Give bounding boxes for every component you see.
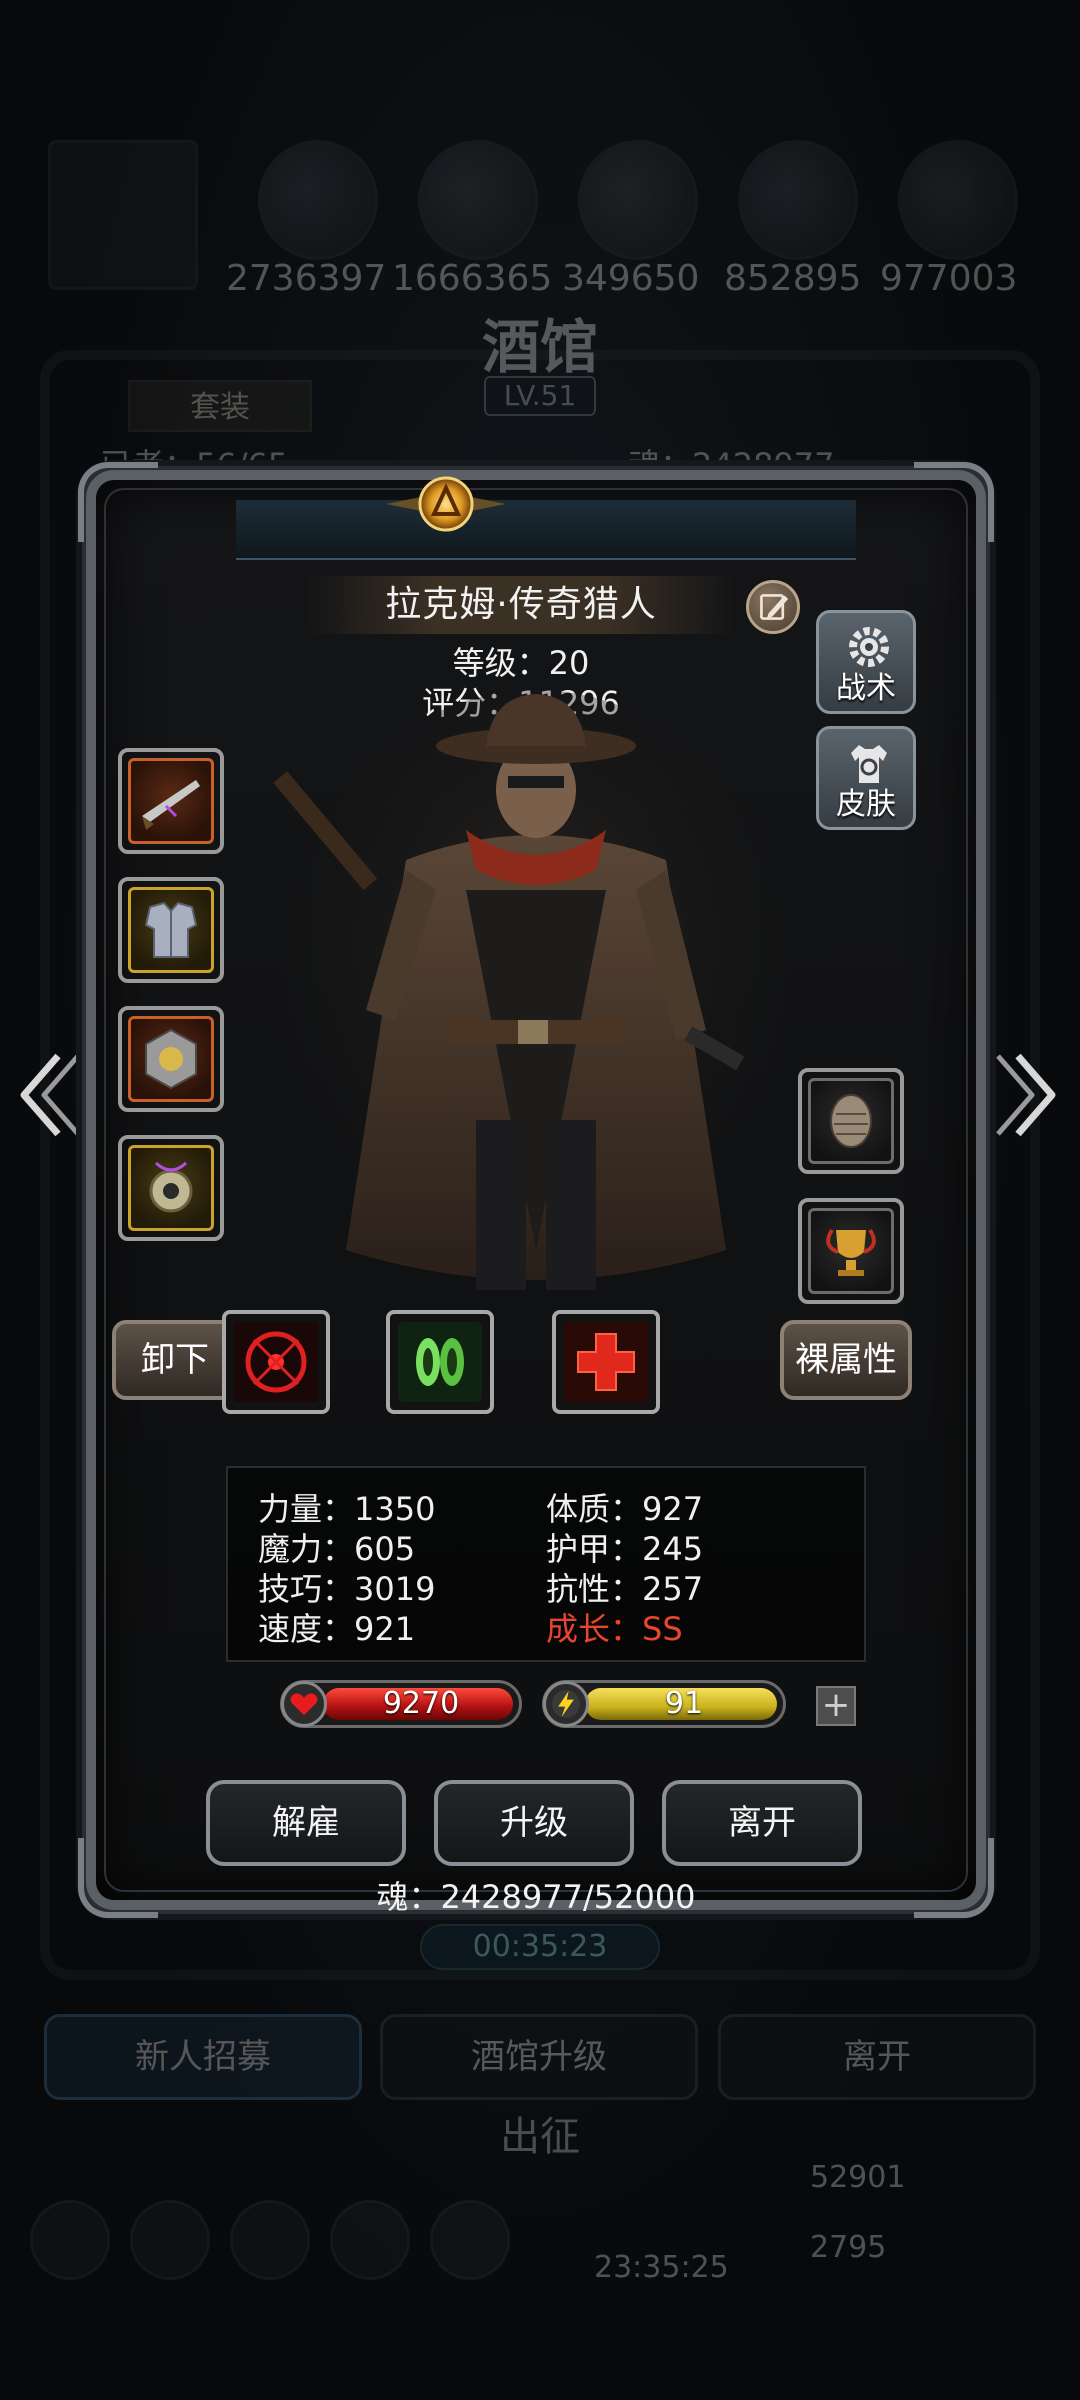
resource-icon-5 bbox=[898, 140, 1018, 260]
bare-attributes-button[interactable]: 裸属性 bbox=[780, 1320, 912, 1400]
tavern-title: 酒馆 bbox=[481, 313, 598, 381]
resource-icon-3 bbox=[578, 140, 698, 260]
stat-growth: 成长：SS bbox=[546, 1610, 683, 1648]
red-cross-skill-icon bbox=[564, 1322, 648, 1402]
dismiss-button[interactable]: 解雇 bbox=[206, 1780, 406, 1866]
resource-value-1: 2736397 bbox=[226, 258, 387, 299]
tavern-leave-button: 离开 bbox=[718, 2014, 1036, 2100]
clock-text: 23:35:25 bbox=[594, 2250, 729, 2285]
eye-amulet-icon bbox=[149, 1161, 193, 1213]
menu-icon-1 bbox=[30, 2200, 110, 2280]
hero-detail-panel: 拉克姆·传奇猎人 等级：20 评分：11296 战术 皮肤 bbox=[78, 462, 994, 1918]
hero-name: 拉克姆·传奇猎人 bbox=[385, 584, 657, 625]
medallion-icon bbox=[145, 1028, 197, 1090]
refresh-timer: 00:35:23 bbox=[420, 1924, 660, 1970]
tavern-level: LV.51 bbox=[484, 376, 596, 416]
stat-speed: 速度：921 bbox=[258, 1610, 416, 1648]
tavern-upgrade-button: 酒馆升级 bbox=[380, 2014, 698, 2100]
equip-slot-armor[interactable] bbox=[118, 877, 224, 983]
musket-icon bbox=[142, 780, 200, 830]
resource-icon-4 bbox=[738, 140, 858, 260]
resource-value-5: 977003 bbox=[880, 258, 1018, 299]
skin-button[interactable]: 皮肤 bbox=[816, 726, 916, 830]
suit-tab: 套装 bbox=[128, 380, 312, 432]
avatar-slot bbox=[48, 140, 198, 290]
edit-name-icon[interactable] bbox=[746, 580, 800, 634]
resource-value-3: 349650 bbox=[562, 258, 700, 299]
trophy-icon bbox=[826, 1228, 876, 1276]
panel-header-strip bbox=[236, 500, 856, 560]
skin-label: 皮肤 bbox=[836, 787, 896, 822]
equip-slot-trophy[interactable] bbox=[798, 1198, 904, 1304]
lightning-icon bbox=[543, 1681, 589, 1727]
resource-value-4: 852895 bbox=[724, 258, 862, 299]
hp-bar: 9270 bbox=[280, 1680, 522, 1728]
hero-portrait bbox=[266, 690, 806, 1330]
heart-icon bbox=[281, 1681, 327, 1727]
equip-slot-trinket[interactable] bbox=[118, 1135, 224, 1241]
tactics-button[interactable]: 战术 bbox=[816, 610, 916, 714]
menu-icon-5 bbox=[430, 2200, 510, 2280]
skill-slot-2[interactable] bbox=[386, 1310, 494, 1414]
hero-emblem-icon bbox=[386, 476, 506, 532]
chest-armor-icon bbox=[144, 901, 198, 958]
green-claw-skill-icon bbox=[398, 1322, 482, 1402]
add-energy-button[interactable]: + bbox=[816, 1686, 856, 1726]
equip-slot-relic[interactable] bbox=[798, 1068, 904, 1174]
next-hero-arrow-icon[interactable] bbox=[992, 1050, 1062, 1140]
energy-value: 91 bbox=[664, 1686, 704, 1721]
recruit-button: 新人招募 bbox=[44, 2014, 362, 2100]
currency-value-2: 2795 bbox=[810, 2230, 887, 2265]
hp-value: 9270 bbox=[382, 1686, 460, 1721]
upgrade-button[interactable]: 升级 bbox=[434, 1780, 634, 1866]
equip-slot-weapon[interactable] bbox=[118, 748, 224, 854]
crosshair-skill-icon bbox=[234, 1322, 318, 1402]
currency-value-1: 52901 bbox=[810, 2160, 906, 2195]
skill-slot-1[interactable] bbox=[222, 1310, 330, 1414]
skill-slot-3[interactable] bbox=[552, 1310, 660, 1414]
menu-icon-3 bbox=[230, 2200, 310, 2280]
frame-corner bbox=[78, 462, 158, 542]
resource-icon-2 bbox=[418, 140, 538, 260]
resource-icon-1 bbox=[258, 140, 378, 260]
shell-relic-icon bbox=[830, 1094, 872, 1148]
soul-cost-text: 魂：2428977/52000 bbox=[376, 1878, 696, 1916]
resource-value-2: 1666365 bbox=[392, 258, 553, 299]
menu-icon-2 bbox=[130, 2200, 210, 2280]
energy-bar: 91 bbox=[542, 1680, 786, 1728]
expedition-label: 出征 bbox=[500, 2114, 580, 2160]
menu-icon-4 bbox=[330, 2200, 410, 2280]
unequip-button[interactable]: 卸下 bbox=[112, 1320, 238, 1400]
prev-hero-arrow-icon[interactable] bbox=[14, 1050, 84, 1140]
stats-panel: 力量：1350 魔力：605 技巧：3019 速度：921 体质：927 护甲：… bbox=[226, 1466, 866, 1662]
frame-corner bbox=[914, 462, 994, 542]
tactics-label: 战术 bbox=[836, 671, 896, 706]
leave-button[interactable]: 离开 bbox=[662, 1780, 862, 1866]
equip-slot-accessory[interactable] bbox=[118, 1006, 224, 1112]
